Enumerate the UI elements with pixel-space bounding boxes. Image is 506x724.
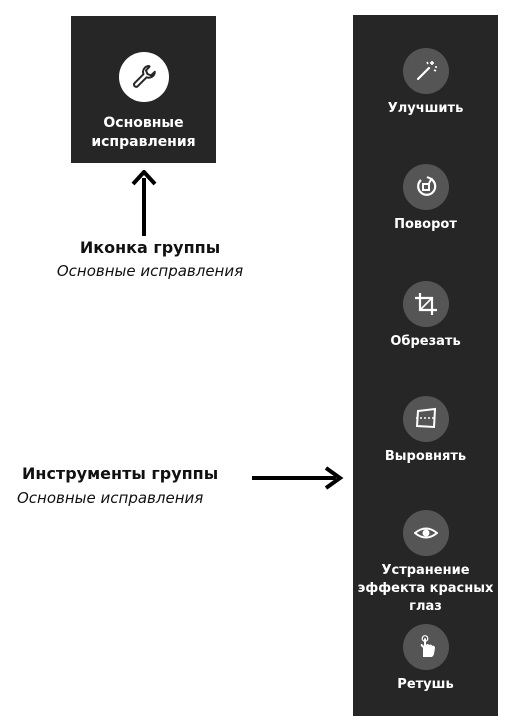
tool-label: Поворот — [394, 217, 457, 232]
group-tile-label: Основные исправления — [91, 115, 196, 150]
group-icon-tile[interactable]: Основные исправления — [71, 16, 216, 163]
tool-rotate[interactable]: Поворот — [353, 164, 498, 234]
tools-caption-title: Инструменты группы — [22, 464, 219, 483]
eye-icon-circle — [402, 510, 449, 556]
magic-wand-icon-circle — [402, 48, 449, 94]
retouch-hand-icon-circle — [402, 624, 449, 670]
tool-label: Устранение эффекта красных глаз — [357, 563, 494, 614]
tool-straighten[interactable]: Выровнять — [353, 396, 498, 466]
straighten-icon-circle — [402, 396, 449, 442]
wrench-icon — [133, 65, 156, 88]
retouch-hand-icon — [420, 635, 435, 657]
up-arrow-icon — [131, 170, 157, 236]
rotate-icon-circle — [402, 164, 449, 210]
crop-icon-circle — [402, 281, 449, 327]
tool-red-eye-removal[interactable]: Устранение эффекта красных глаз — [353, 510, 498, 616]
tool-crop[interactable]: Обрезать — [353, 281, 498, 351]
eye-icon — [413, 527, 438, 539]
tools-caption-subtitle: Основные исправления — [17, 489, 204, 507]
tool-label: Обрезать — [390, 334, 461, 349]
tool-label: Ретушь — [397, 677, 454, 692]
straighten-icon — [415, 407, 436, 429]
tool-label: Улучшить — [387, 101, 464, 116]
crop-icon — [414, 293, 437, 315]
rotate-icon — [416, 176, 436, 196]
magic-wand-icon — [416, 61, 437, 81]
tool-label: Выровнять — [384, 449, 467, 464]
group-icon-caption-title: Иконка группы — [79, 238, 221, 257]
tools-panel: Улучшить Поворот Обрезать Выровнять Устр… — [353, 15, 498, 716]
right-arrow-icon — [252, 466, 344, 490]
tool-retouch[interactable]: Ретушь — [353, 624, 498, 694]
tool-enhance[interactable]: Улучшить — [353, 48, 498, 118]
group-icon-caption-subtitle: Основные исправления — [56, 262, 244, 280]
wrench-icon-circle — [119, 52, 169, 102]
